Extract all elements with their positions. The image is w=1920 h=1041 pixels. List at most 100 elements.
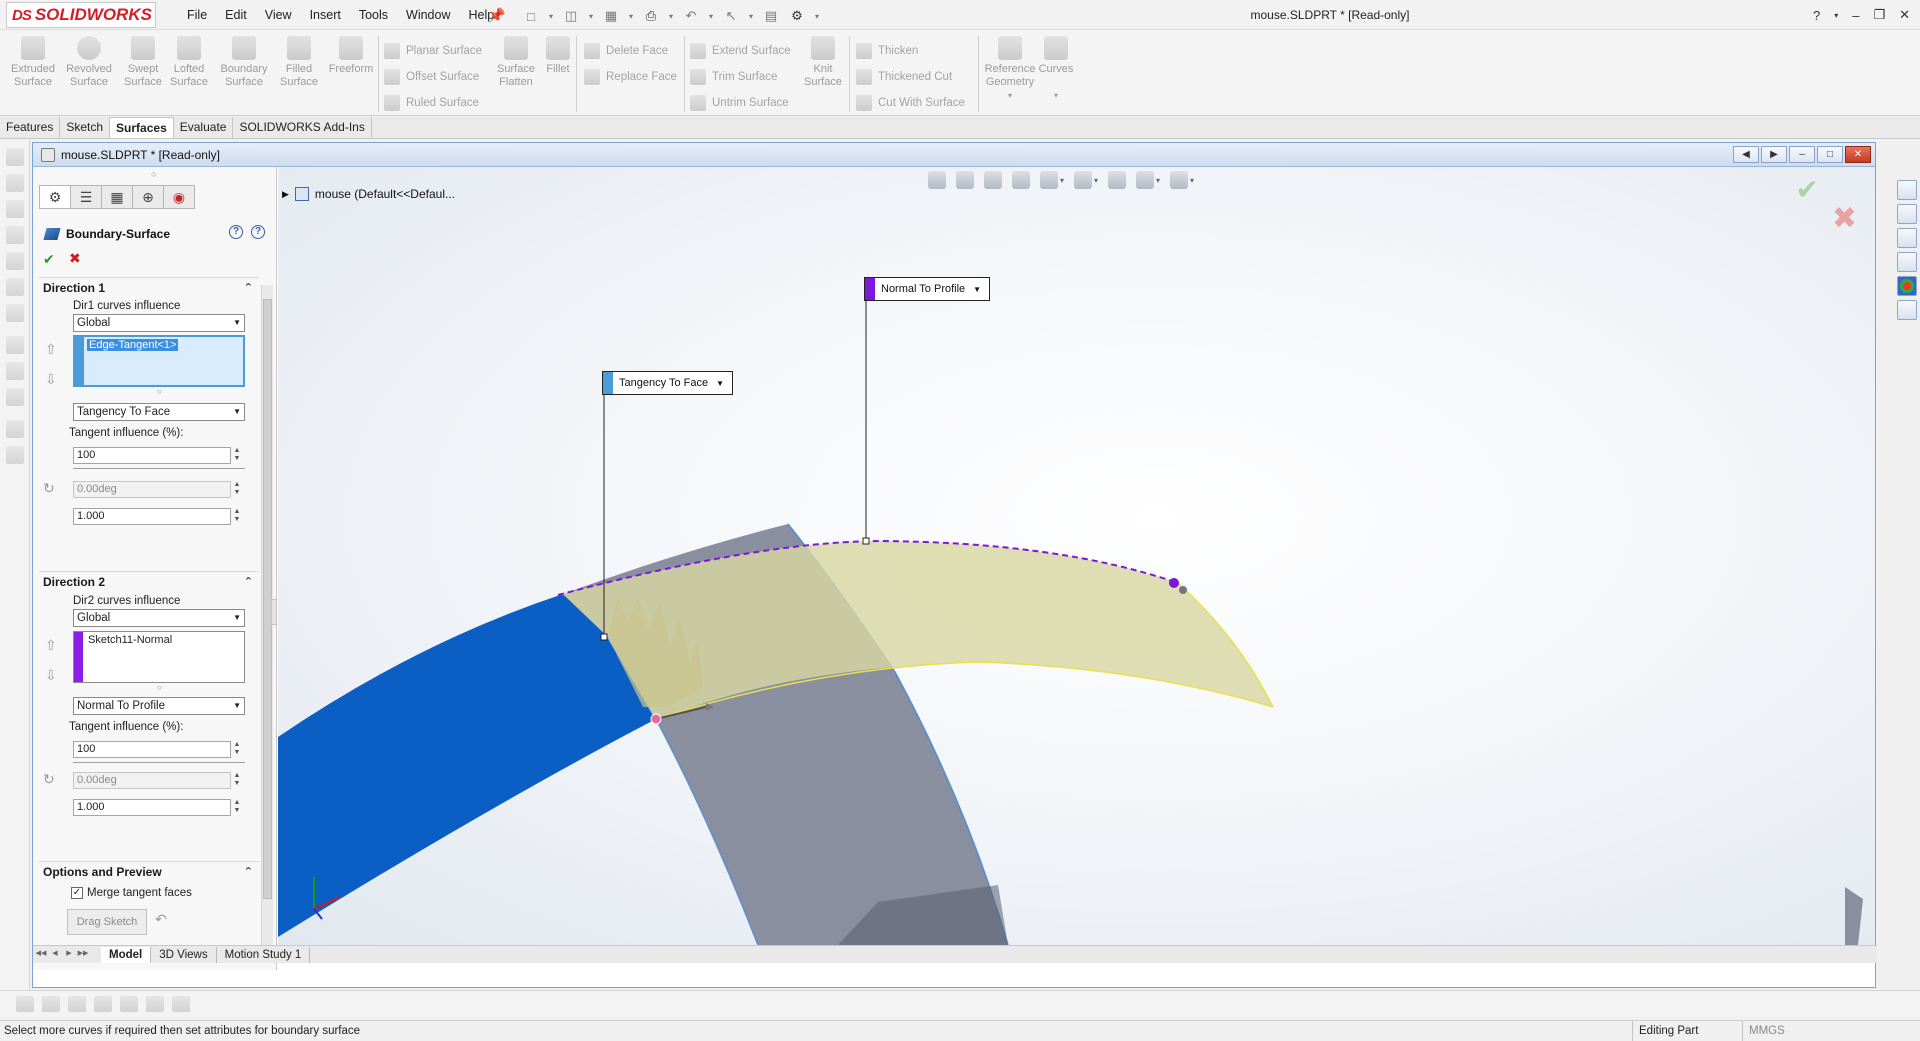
reference-geometry-button[interactable]: Reference Geometry ▾ xyxy=(982,36,1038,102)
chevron-down-icon[interactable]: ▾ xyxy=(1094,176,1098,185)
dir2-condition-select[interactable]: Normal To Profile ▼ xyxy=(73,697,245,715)
chevron-up-icon[interactable]: ⌃ xyxy=(244,862,253,882)
thicken-button[interactable]: Thicken xyxy=(856,38,965,64)
tree-root-label[interactable]: mouse (Default<<Defaul... xyxy=(315,187,455,201)
model-view[interactable] xyxy=(278,167,1875,945)
resize-handle-icon[interactable]: ○ xyxy=(157,683,162,692)
status-units[interactable]: MMGS xyxy=(1742,1021,1785,1041)
sketch-tool-icon[interactable] xyxy=(94,996,112,1012)
direction1-header[interactable]: Direction 1 ⌃ xyxy=(39,277,259,297)
feature-icon[interactable] xyxy=(6,420,24,438)
trim-surface-button[interactable]: Trim Surface xyxy=(690,64,791,90)
move-up-arrow-icon[interactable]: ⇧ xyxy=(45,637,57,654)
view-palette-icon[interactable] xyxy=(1897,252,1917,272)
new-document-icon[interactable]: □ xyxy=(520,6,542,26)
spinner-icon[interactable]: ▲ ▼ xyxy=(231,481,243,498)
spinner-icon[interactable]: ▲ ▼ xyxy=(231,508,243,525)
delete-face-button[interactable]: Delete Face xyxy=(584,38,677,64)
dimxpert-tab-icon[interactable]: ⊕ xyxy=(132,185,164,209)
feature-icon[interactable] xyxy=(6,304,24,322)
chevron-down-icon[interactable]: ▼ xyxy=(716,379,732,388)
merge-tangent-faces-option[interactable]: ✓ Merge tangent faces xyxy=(71,887,192,899)
untrim-surface-button[interactable]: Untrim Surface xyxy=(690,90,791,116)
menu-edit[interactable]: Edit xyxy=(216,0,256,30)
appearances-icon[interactable] xyxy=(1897,276,1917,296)
edit-appearance-icon[interactable] xyxy=(1136,171,1155,189)
rotate-icon[interactable]: ↻ xyxy=(43,480,55,497)
replace-face-button[interactable]: Replace Face xyxy=(584,64,677,90)
property-manager-tab-icon[interactable]: ⚙ xyxy=(39,185,71,209)
chevron-down-icon[interactable]: ▾ xyxy=(1834,11,1838,20)
knit-surface-button[interactable]: Knit Surface xyxy=(797,36,849,89)
chevron-up-icon[interactable]: ⌃ xyxy=(244,278,253,298)
tab-evaluate[interactable]: Evaluate xyxy=(174,117,234,138)
last-tab-icon[interactable]: ▶▶ xyxy=(77,949,89,961)
dir2-tangent-slider[interactable] xyxy=(73,759,245,763)
help-icon[interactable]: ? xyxy=(1813,8,1820,23)
first-tab-icon[interactable]: ◀◀ xyxy=(35,949,47,961)
list-item[interactable]: Sketch11-Normal xyxy=(86,634,174,646)
tab-solidworks-add-ins[interactable]: SOLIDWORKS Add-Ins xyxy=(233,117,372,138)
move-up-arrow-icon[interactable]: ⇧ xyxy=(45,341,57,358)
chevron-down-icon[interactable]: ▾ xyxy=(746,12,756,21)
dir2-tangent-input[interactable]: 100 xyxy=(73,741,231,758)
chevron-down-icon[interactable]: ▾ xyxy=(1156,176,1160,185)
close-icon[interactable]: ✕ xyxy=(1899,7,1910,23)
boundary-surface-button[interactable]: Boundary Surface xyxy=(215,36,273,89)
custom-properties-icon[interactable] xyxy=(1897,300,1917,320)
rotate-icon[interactable]: ↻ xyxy=(43,771,55,788)
options-header[interactable]: Options and Preview ⌃ xyxy=(39,861,259,881)
home-icon[interactable] xyxy=(1897,180,1917,200)
menu-tools[interactable]: Tools xyxy=(350,0,397,30)
feature-icon[interactable] xyxy=(6,336,24,354)
sketch-tool-icon[interactable] xyxy=(146,996,164,1012)
feature-icon[interactable] xyxy=(6,148,24,166)
undo-sketch-drag-icon[interactable]: ↶ xyxy=(155,911,167,928)
close-icon[interactable]: ✕ xyxy=(1845,146,1871,163)
dir2-influence-select[interactable]: Global ▼ xyxy=(73,609,245,627)
list-item[interactable]: Edge-Tangent<1> xyxy=(87,339,179,351)
spinner-icon[interactable]: ▲ ▼ xyxy=(231,799,243,816)
chevron-down-icon[interactable]: ▾ xyxy=(546,12,556,21)
view-settings-icon[interactable] xyxy=(1170,171,1189,189)
dir1-angle-input[interactable]: 0.00deg xyxy=(73,481,231,498)
profile-endpoint-icon[interactable] xyxy=(1169,578,1179,588)
feature-tree-tab-icon[interactable]: ☰ xyxy=(70,185,102,209)
zoom-to-area-icon[interactable] xyxy=(956,171,974,189)
merge-tangent-faces-checkbox[interactable]: ✓ xyxy=(71,887,83,899)
feature-icon[interactable] xyxy=(6,226,24,244)
fillet-button[interactable]: Fillet xyxy=(540,36,576,76)
chevron-down-icon[interactable]: ▾ xyxy=(626,12,636,21)
chevron-down-icon[interactable]: ▾ xyxy=(982,89,1038,102)
tab-3d-views[interactable]: 3D Views xyxy=(151,946,217,963)
dir2-curves-list[interactable]: Sketch11-Normal xyxy=(73,631,245,683)
dir1-curves-list[interactable]: Edge-Tangent<1> xyxy=(73,335,245,387)
sketch-tool-icon[interactable] xyxy=(42,996,60,1012)
section-view-icon[interactable] xyxy=(1012,171,1030,189)
freeform-button[interactable]: Freeform xyxy=(322,36,380,76)
chevron-down-icon[interactable]: ▾ xyxy=(666,12,676,21)
confirmation-corner-ok-icon[interactable]: ✔ xyxy=(1796,173,1819,206)
expand-arrow-icon[interactable]: ▶ xyxy=(282,189,289,200)
chevron-down-icon[interactable]: ▼ xyxy=(973,285,989,294)
display-manager-tab-icon[interactable]: ◉ xyxy=(163,185,195,209)
tile-right-icon[interactable]: ▶ xyxy=(1761,146,1787,163)
maximize-icon[interactable]: □ xyxy=(1817,146,1843,163)
tile-left-icon[interactable]: ◀ xyxy=(1733,146,1759,163)
file-explorer-icon[interactable] xyxy=(1897,228,1917,248)
select-arrow-icon[interactable]: ↖ xyxy=(720,6,742,26)
drag-sketch-button[interactable]: Drag Sketch xyxy=(67,909,147,935)
chevron-down-icon[interactable]: ▾ xyxy=(1060,176,1064,185)
callout-dir1-condition[interactable]: Tangency To Face ▼ xyxy=(602,371,733,395)
dir2-scale-input[interactable]: 1.000 xyxy=(73,799,231,816)
previous-view-icon[interactable] xyxy=(984,171,1002,189)
tab-surfaces[interactable]: Surfaces xyxy=(110,117,174,138)
revolved-surface-button[interactable]: Revolved Surface xyxy=(60,36,118,89)
dir1-influence-select[interactable]: Global ▼ xyxy=(73,314,245,332)
minimize-icon[interactable]: – xyxy=(1852,8,1859,23)
panel-collapse-handle[interactable] xyxy=(271,599,277,625)
file-properties-icon[interactable]: ▤ xyxy=(760,6,782,26)
feature-icon[interactable] xyxy=(6,252,24,270)
filled-surface-button[interactable]: Filled Surface xyxy=(270,36,328,89)
restore-icon[interactable]: ❐ xyxy=(1873,7,1885,23)
